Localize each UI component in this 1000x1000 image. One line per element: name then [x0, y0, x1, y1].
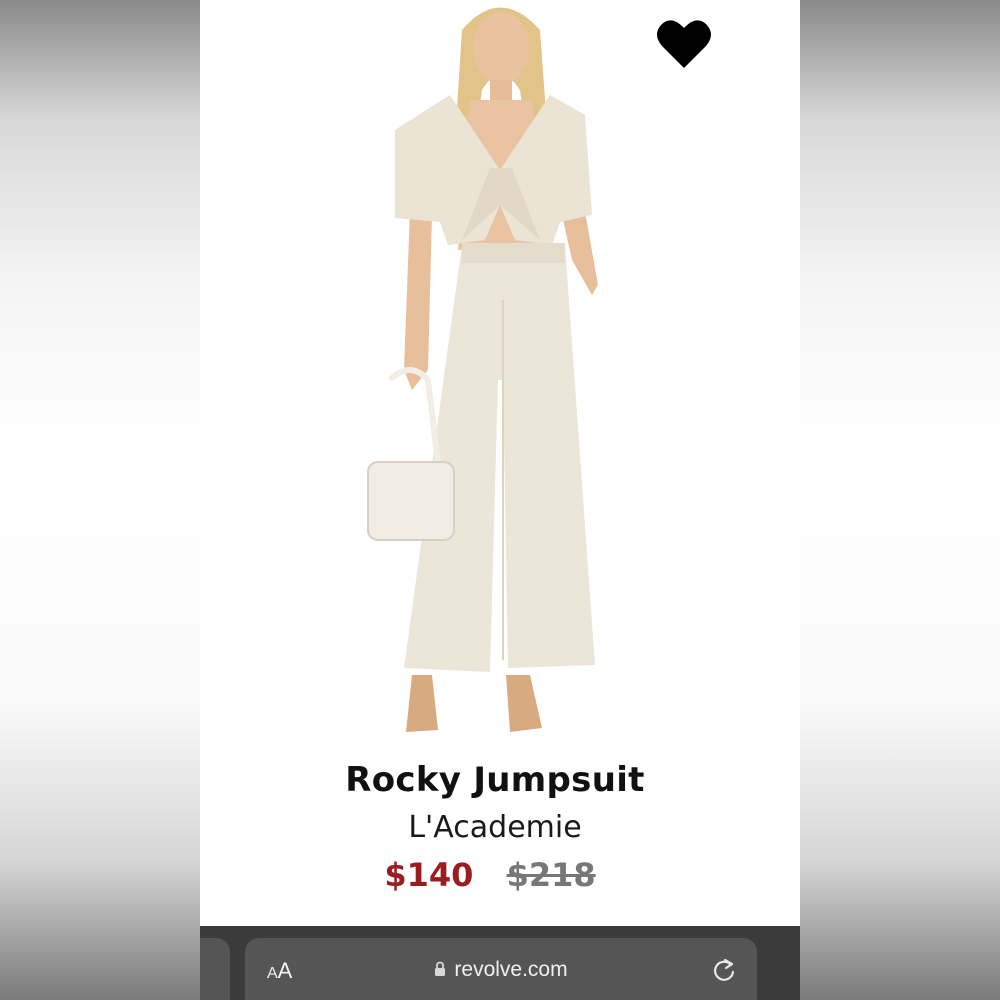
- product-name[interactable]: Rocky Jumpsuit: [200, 760, 790, 800]
- blurred-background-left: [0, 0, 200, 1000]
- reload-icon[interactable]: [711, 957, 737, 983]
- price-row: $140 $218: [200, 856, 780, 894]
- blurred-background-right: [800, 0, 1000, 1000]
- url-text: revolve.com: [454, 958, 568, 981]
- product-image[interactable]: [200, 0, 800, 750]
- lock-icon: [435, 961, 446, 976]
- brand-name[interactable]: L'Academie: [200, 810, 790, 845]
- address-bar[interactable]: AA revolve.com: [245, 938, 757, 1000]
- product-card[interactable]: Rocky Jumpsuit L'Academie $140 $218: [200, 0, 800, 926]
- previous-tab[interactable]: [200, 938, 230, 1000]
- sale-price: $140: [384, 856, 474, 894]
- original-price: $218: [506, 856, 596, 894]
- url-display[interactable]: revolve.com: [245, 958, 757, 982]
- browser-toolbar: AA revolve.com: [200, 926, 800, 1000]
- heart-icon[interactable]: [656, 18, 712, 70]
